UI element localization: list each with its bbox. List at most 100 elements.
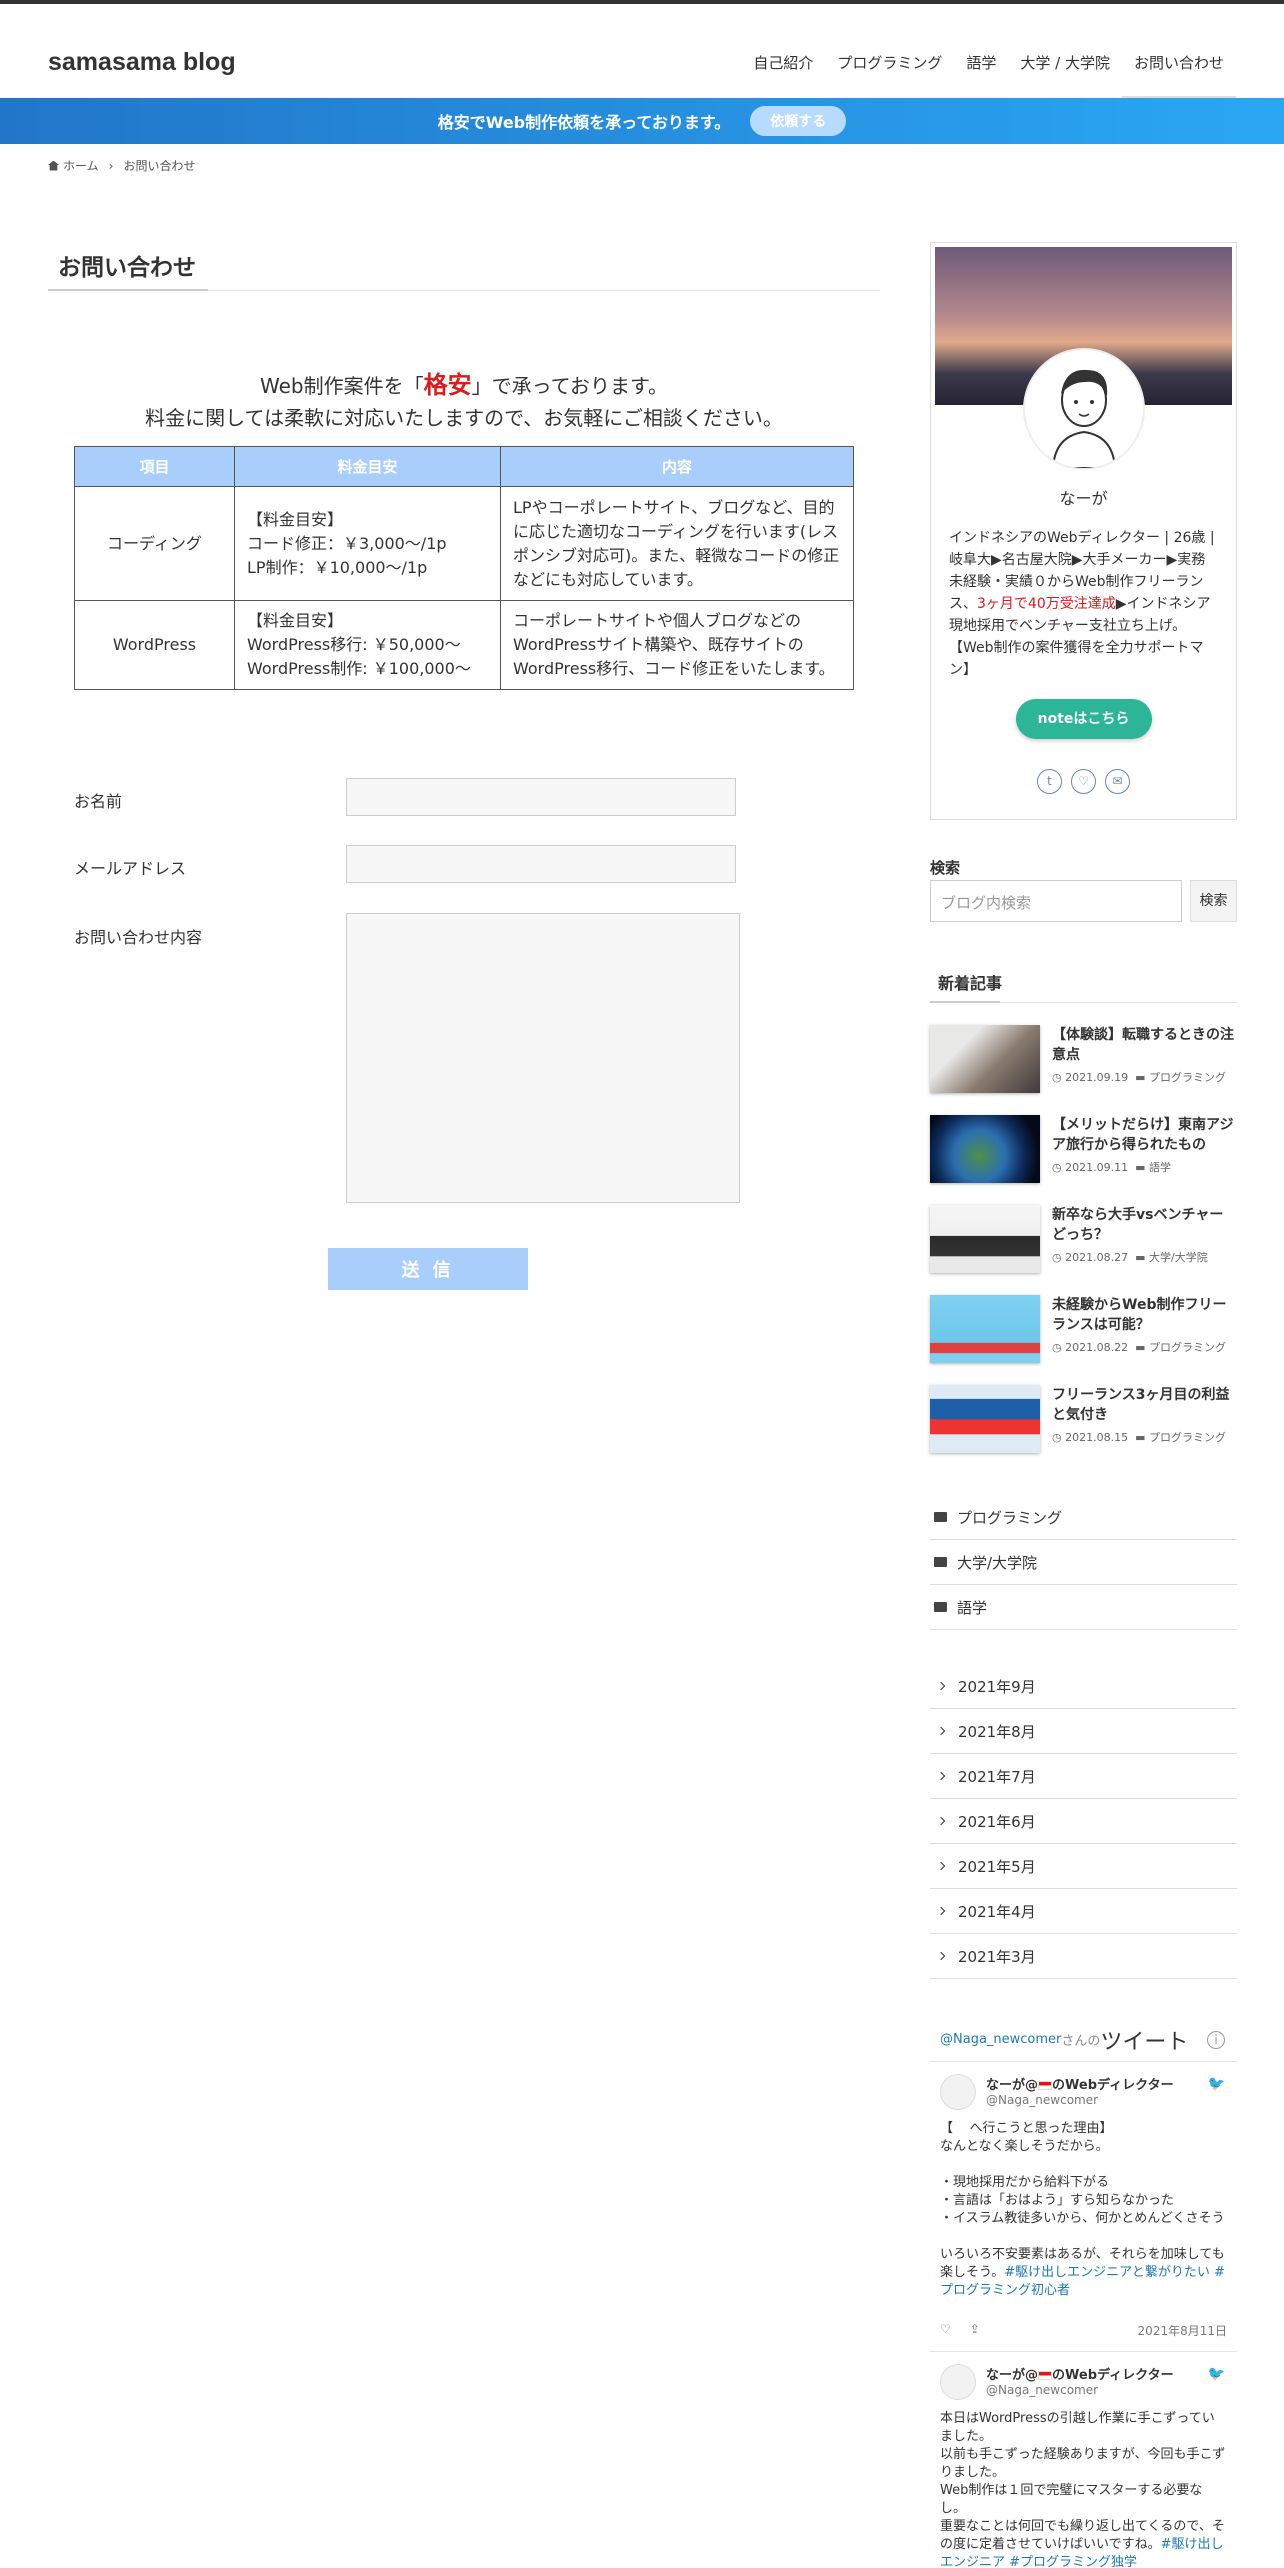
twitter-icon[interactable]: t [1037, 769, 1062, 794]
intro-pre: Web制作案件を「 [259, 374, 424, 398]
search-widget: ブログ内検索 検索 [930, 880, 1237, 922]
name-label: お名前 [74, 792, 123, 811]
tweet-user-name[interactable]: なーが@ [986, 2078, 1038, 2093]
mail-icon[interactable]: ✉ [1105, 769, 1130, 794]
intro-highlight: 格安 [423, 371, 472, 399]
chevron-right-icon [936, 1861, 946, 1871]
search-button[interactable]: 検索 [1190, 880, 1237, 922]
profile-bio: インドネシアのWebディレクター | 26歳 | 岐阜大▶名古屋大院▶大手メーカ… [949, 527, 1218, 681]
post-date: 2021.08.22 [1065, 1341, 1129, 1354]
list-item[interactable]: 未経験からWeb制作フリーランスは可能？ ◷ 2021.08.22 ▬ プログラミ… [930, 1295, 1237, 1363]
cell-price: 【料金目安】 WordPress移行: ￥50,000〜 WordPress制作… [234, 600, 501, 690]
post-category: 大学/大学院 [1148, 1251, 1208, 1264]
tweet-body: 本日はWordPressの引越し作業に手こずっていました。 以前も手こずった経験… [940, 2410, 1227, 2568]
cell-price: 【料金目安】 コード修正：￥3,000〜/1p LP制作：￥10,000〜/1p [234, 486, 501, 601]
archive-label: 2021年9月 [958, 1677, 1036, 1696]
archive-item[interactable]: 2021年5月 [930, 1844, 1237, 1889]
category-item[interactable]: 大学/大学院 [930, 1540, 1237, 1585]
list-item[interactable]: 【メリットだらけ】東南アジア旅行から得られたもの ◷ 2021.09.11 ▬ 語… [930, 1115, 1237, 1183]
timeline-title: ツイート [1100, 2029, 1189, 2055]
archive-item[interactable]: 2021年4月 [930, 1889, 1237, 1934]
col-item: 項目 [74, 446, 235, 487]
list-item[interactable]: 【体験談】転職するときの注意点 ◷ 2021.09.19 ▬ プログラミング [930, 1025, 1237, 1093]
post-title[interactable]: フリーランス3ヶ月目の利益と気付き [1052, 1385, 1237, 1425]
list-item[interactable]: フリーランス3ヶ月目の利益と気付き ◷ 2021.08.15 ▬ プログラミング [930, 1385, 1237, 1453]
post-meta: ◷ 2021.08.22 ▬ プログラミング [1052, 1341, 1226, 1354]
post-date: 2021.08.27 [1065, 1251, 1129, 1264]
tweet-user-name-suffix[interactable]: のWebディレクター [1052, 2368, 1174, 2383]
breadcrumb-current: お問い合わせ [123, 159, 196, 173]
email-label: メールアドレス [74, 859, 187, 878]
name-field[interactable] [346, 778, 736, 816]
breadcrumb-home[interactable]: ホーム [63, 157, 99, 174]
share-icon[interactable]: ⇪ [970, 2322, 980, 2339]
nav-programming[interactable]: プログラミング [825, 4, 954, 98]
post-category: プログラミング [1148, 1341, 1226, 1354]
nav-about[interactable]: 自己紹介 [741, 4, 825, 98]
home-icon [48, 160, 59, 171]
search-input[interactable]: ブログ内検索 [930, 880, 1182, 922]
post-meta: ◷ 2021.09.11 ▬ 語学 [1052, 1161, 1171, 1174]
heart-icon[interactable]: ♡ [1071, 769, 1096, 794]
chevron-right-icon [936, 1681, 946, 1691]
archive-item[interactable]: 2021年7月 [930, 1754, 1237, 1799]
chevron-right-icon [936, 1771, 946, 1781]
category-item[interactable]: 語学 [930, 1585, 1237, 1630]
category-item[interactable]: プログラミング [930, 1495, 1237, 1540]
nav-university[interactable]: 大学 / 大学院 [1008, 4, 1122, 98]
tweet-date[interactable]: 2021年8月11日 [1138, 2322, 1227, 2339]
post-thumbnail[interactable] [930, 1115, 1040, 1183]
nav-contact[interactable]: お問い合わせ [1121, 4, 1236, 98]
list-item[interactable]: 新卒なら大手vsベンチャーどっち？ ◷ 2021.08.27 ▬ 大学/大学院 [930, 1205, 1237, 1273]
archive-item[interactable]: 2021年8月 [930, 1709, 1237, 1754]
profile-name: なーが [1059, 489, 1108, 508]
tweet-avatar[interactable] [940, 2074, 976, 2110]
col-content: 内容 [500, 446, 854, 487]
post-thumbnail[interactable] [930, 1205, 1040, 1273]
message-textarea[interactable] [346, 913, 740, 1203]
intro-post: 」で承っております。 [471, 374, 668, 398]
tweet-text: 本日はWordPressの引越し作業に手こずっていました。 以前も手こずった経験… [940, 2411, 1226, 2552]
archive-label: 2021年8月 [958, 1722, 1036, 1741]
tweet-user-name[interactable]: なーが@ [986, 2368, 1038, 2383]
post-thumbnail[interactable] [930, 1295, 1040, 1363]
info-icon[interactable]: i [1207, 2030, 1225, 2049]
tweet: なーが@ のWebディレクター @Naga_newcomer 🐦 【 へ行こうと思っ… [930, 2062, 1237, 2352]
submit-button[interactable]: 送 信 [328, 1248, 528, 1290]
site-logo[interactable]: samasama blog [48, 48, 236, 77]
archive-item[interactable]: 2021年6月 [930, 1799, 1237, 1844]
folder-icon [934, 1557, 947, 1567]
archive-label: 2021年7月 [958, 1767, 1036, 1786]
indonesia-flag-icon [1038, 2371, 1053, 2380]
chevron-right-icon [936, 1816, 946, 1826]
folder-icon [934, 1602, 947, 1612]
post-title[interactable]: 【メリットだらけ】東南アジア旅行から得られたもの [1052, 1115, 1237, 1155]
archive-item[interactable]: 2021年3月 [930, 1934, 1237, 1979]
post-title[interactable]: 未経験からWeb制作フリーランスは可能？ [1052, 1295, 1237, 1335]
tweet-user-name-suffix[interactable]: のWebディレクター [1052, 2078, 1174, 2093]
twitter-bird-icon[interactable]: 🐦 [1208, 2366, 1225, 2382]
timeline-handle-link[interactable]: @Naga_newcomer [940, 2032, 1061, 2047]
social-icons: t ♡ ✉ [931, 769, 1236, 794]
note-button[interactable]: noteはこちら [1015, 699, 1152, 739]
post-title[interactable]: 新卒なら大手vsベンチャーどっち？ [1052, 1205, 1237, 1245]
cell-content: LPやコーポレートサイト、ブログなど、目的に応じた適切なコーディングを行います(… [500, 486, 854, 601]
archive-label: 2021年6月 [958, 1812, 1036, 1831]
indonesia-flag-icon [1038, 2081, 1053, 2090]
tweet-avatar[interactable] [940, 2364, 976, 2400]
archive-item[interactable]: 2021年9月 [930, 1664, 1237, 1709]
post-title[interactable]: 【体験談】転職するときの注意点 [1052, 1025, 1237, 1065]
post-thumbnail[interactable] [930, 1025, 1040, 1093]
tweet-user-handle[interactable]: @Naga_newcomer [986, 2093, 1174, 2107]
chevron-right-icon: › [108, 158, 114, 173]
request-button[interactable]: 依頼する [750, 106, 847, 136]
category-label: 語学 [957, 1598, 988, 1617]
post-thumbnail[interactable] [930, 1385, 1040, 1453]
notice-ribbon: 格安でWeb制作依頼を承っております。 依頼する [0, 98, 1284, 144]
like-icon[interactable]: ♡ [940, 2322, 951, 2339]
tweet-user-handle[interactable]: @Naga_newcomer [986, 2383, 1174, 2397]
nav-language[interactable]: 語学 [954, 4, 1008, 98]
email-field[interactable] [346, 845, 736, 883]
archive-label: 2021年5月 [958, 1857, 1036, 1876]
twitter-bird-icon[interactable]: 🐦 [1208, 2076, 1225, 2092]
